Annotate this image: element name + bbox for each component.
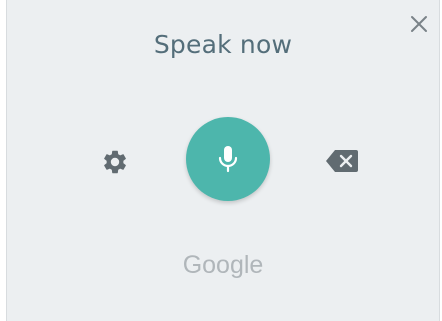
dialog-title: Speak now	[153, 30, 293, 59]
microphone-icon	[218, 146, 238, 173]
google-brand-label: Google	[182, 251, 264, 279]
backspace-button[interactable]	[325, 148, 359, 174]
voice-input-dialog: Speak now Google	[6, 0, 440, 321]
microphone-button[interactable]	[186, 117, 270, 201]
backspace-icon	[326, 150, 358, 172]
settings-button[interactable]	[101, 148, 129, 176]
gear-icon	[104, 150, 126, 174]
